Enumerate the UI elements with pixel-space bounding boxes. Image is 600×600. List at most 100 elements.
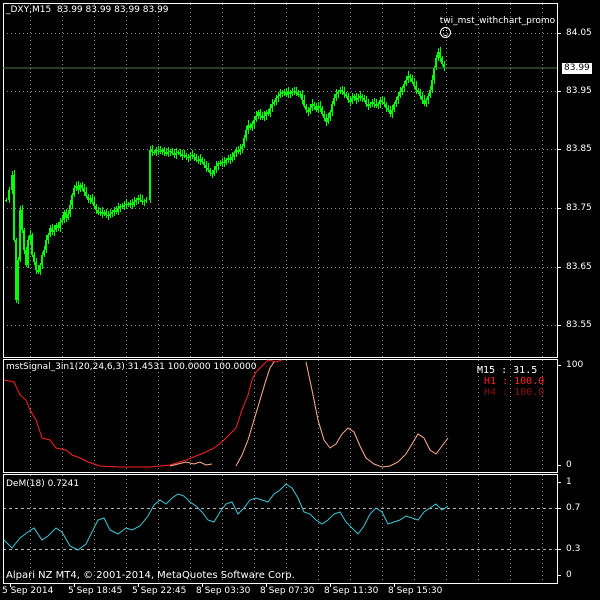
candle-body (323, 114, 325, 118)
candle-body (33, 255, 35, 262)
candle-body (279, 94, 281, 96)
candle-body (265, 112, 267, 116)
candle-body (83, 188, 85, 192)
candle-body (99, 212, 101, 213)
price-tick: 83.75 (566, 203, 592, 213)
candle-body (27, 240, 29, 265)
price-tick: 83.55 (566, 320, 592, 330)
candle-body (239, 149, 241, 152)
candle-body (19, 210, 21, 260)
candle-body (277, 96, 279, 98)
candle-body (135, 200, 137, 202)
candle-body (87, 196, 89, 200)
candle-body (369, 104, 371, 106)
candle-body (305, 106, 307, 110)
ea-name: twi_mst_withchart_promo (439, 16, 556, 26)
candle-body (301, 94, 303, 100)
time-label: 8 Sep 11:30 (324, 586, 379, 596)
signal-lines (3, 359, 449, 468)
candle-body (345, 94, 347, 96)
signal-red-line (3, 359, 283, 468)
signal-orange-line (305, 361, 449, 468)
candle-body (25, 250, 27, 265)
candle-body (257, 112, 259, 116)
candle-body (175, 153, 177, 155)
candle-body (227, 158, 229, 160)
candle-body (429, 90, 431, 96)
time-label: 8 Sep 07:30 (260, 586, 315, 596)
candle-body (307, 110, 309, 112)
candle-body (251, 124, 253, 128)
candle-body (123, 205, 125, 207)
candle-body (145, 200, 147, 201)
candle-body (329, 112, 331, 118)
candle-body (113, 210, 115, 212)
candle-body (29, 235, 31, 240)
candle-body (291, 91, 293, 94)
candle-body (165, 152, 167, 154)
candle-body (411, 78, 413, 82)
candle-body (51, 228, 53, 232)
candle-body (199, 159, 201, 161)
candle-body (89, 198, 91, 200)
price-tick: 83.65 (566, 262, 592, 272)
candle-body (409, 76, 411, 78)
signal-orange-line (235, 361, 275, 467)
candle-body (209, 170, 211, 173)
panel-frame (3, 474, 558, 584)
candle-body (303, 100, 305, 106)
candle-body (55, 225, 57, 230)
candle-body (253, 120, 255, 124)
candle-body (235, 150, 237, 153)
candle-body (61, 220, 63, 222)
candle-body (211, 173, 213, 174)
candle-body (35, 262, 37, 270)
candle-body (325, 118, 327, 122)
candle-body (221, 162, 223, 164)
candle-body (395, 100, 397, 104)
candle-body (425, 100, 427, 104)
candle-body (127, 204, 129, 205)
candle-body (181, 154, 183, 156)
candle-body (111, 212, 113, 214)
candle-body (103, 212, 105, 214)
candle-body (371, 102, 373, 104)
candle-body (263, 116, 265, 118)
candle-body (115, 210, 117, 212)
candle-body (71, 195, 73, 205)
candle-body (355, 96, 357, 100)
price-tick: 84.05 (566, 28, 592, 38)
candle-body (131, 203, 133, 205)
candle-body (335, 94, 337, 98)
candle-body (367, 104, 369, 106)
time-label: 5 Sep 18:45 (68, 586, 123, 596)
candle-body (419, 92, 421, 96)
ea-label: twi_mst_withchart_promo (434, 5, 555, 82)
dem-series-line (3, 483, 449, 551)
candle-body (97, 210, 99, 213)
candle-body (137, 198, 139, 200)
candle-body (39, 265, 41, 272)
candle-body (149, 150, 151, 200)
candle-body (17, 260, 19, 300)
candle-body (255, 116, 257, 120)
candle-body (229, 158, 231, 160)
candle-body (219, 163, 221, 164)
candle-body (413, 82, 415, 86)
candle-body (283, 92, 285, 93)
candle-body (387, 108, 389, 110)
current-price-tag: 83.99 (562, 63, 592, 74)
candle-body (415, 86, 417, 90)
chart-canvas[interactable] (0, 0, 600, 600)
candle-body (203, 162, 205, 165)
copyright-label: Alpari NZ MT4, © 2001-2014, MetaQuotes S… (6, 570, 295, 581)
candle-body (163, 150, 165, 152)
candle-body (183, 155, 185, 156)
candle-body (157, 150, 159, 151)
candle-body (317, 106, 319, 110)
candle-body (169, 151, 171, 152)
candle-body (73, 188, 75, 195)
candle-body (347, 96, 349, 100)
candle-body (339, 90, 341, 92)
candle-body (233, 153, 235, 157)
